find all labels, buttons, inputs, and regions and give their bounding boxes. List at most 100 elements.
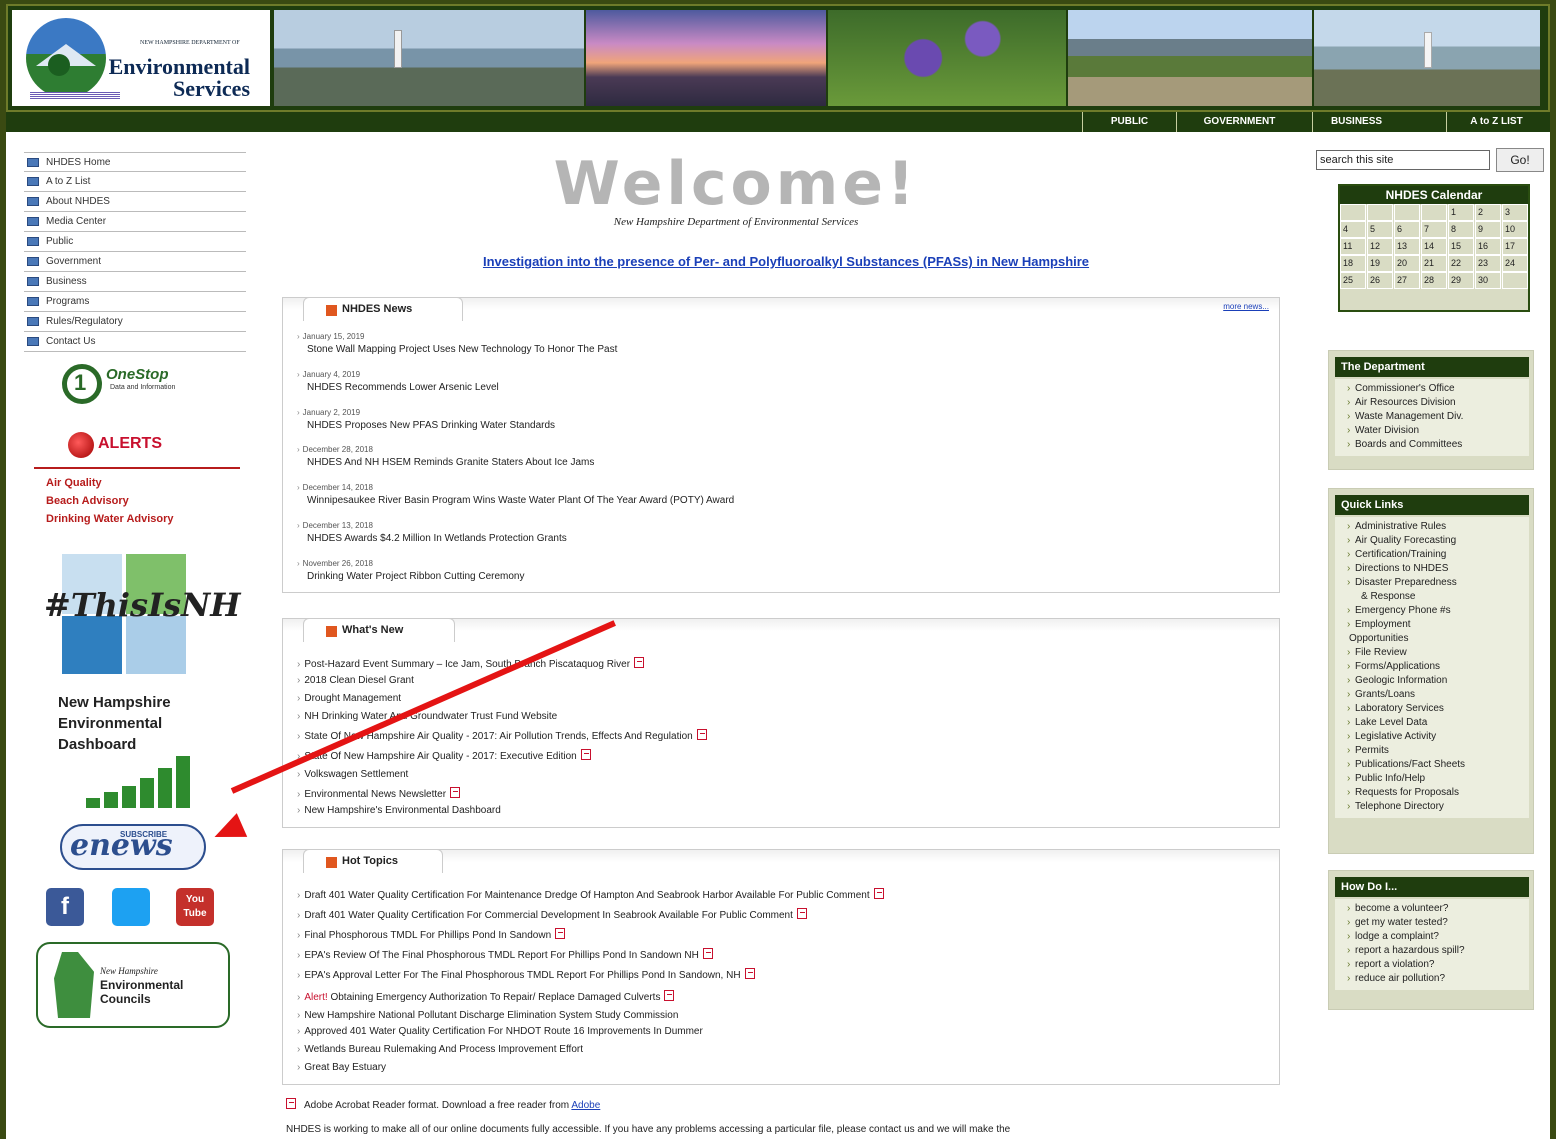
- quicklinks-link[interactable]: › Disaster Preparedness: [1335, 576, 1529, 590]
- whats-new-item[interactable]: › State Of New Hampshire Air Quality - 20…: [297, 749, 591, 762]
- whats-new-item[interactable]: › Volkswagen Settlement: [297, 769, 408, 780]
- hot-topic-item[interactable]: › Great Bay Estuary: [297, 1062, 386, 1073]
- twitter-icon[interactable]: [112, 888, 150, 926]
- calendar-day[interactable]: 7: [1421, 221, 1447, 238]
- whats-new-item[interactable]: › New Hampshire's Environmental Dashboard: [297, 805, 501, 816]
- news-item[interactable]: › December 14, 2018 Winnipesaukee River Ba…: [297, 483, 734, 506]
- calendar-day[interactable]: 26: [1367, 272, 1393, 289]
- hot-topic-item[interactable]: › Draft 401 Water Quality Certification F…: [297, 888, 884, 901]
- search-go-button[interactable]: Go!: [1496, 148, 1544, 172]
- department-link[interactable]: › Air Resources Division: [1335, 396, 1529, 410]
- calendar-day[interactable]: 20: [1394, 255, 1420, 272]
- calendar-day[interactable]: 24: [1502, 255, 1528, 272]
- calendar-day[interactable]: 2: [1475, 204, 1501, 221]
- news-item[interactable]: › January 15, 2019 Stone Wall Mapping Proj…: [297, 332, 617, 355]
- quicklinks-link[interactable]: Opportunities: [1335, 632, 1529, 646]
- quicklinks-link[interactable]: › Air Quality Forecasting: [1335, 534, 1529, 548]
- hot-topic-item[interactable]: › EPA's Approval Letter For The Final Pho…: [297, 968, 755, 981]
- alert-link-drinking-water[interactable]: Drinking Water Advisory: [46, 510, 174, 528]
- sidebar-item-government[interactable]: Government: [24, 252, 246, 272]
- sidebar-item-a-to-z[interactable]: A to Z List: [24, 172, 246, 192]
- quicklinks-link[interactable]: › Directions to NHDES: [1335, 562, 1529, 576]
- more-news-link[interactable]: more news...: [1223, 302, 1269, 311]
- calendar-day[interactable]: 19: [1367, 255, 1393, 272]
- alert-link-beach[interactable]: Beach Advisory: [46, 492, 174, 510]
- quicklinks-link[interactable]: › Laboratory Services: [1335, 702, 1529, 716]
- howdoi-link[interactable]: › report a violation?: [1335, 958, 1529, 972]
- calendar-day[interactable]: 17: [1502, 238, 1528, 255]
- hot-topic-item[interactable]: › EPA's Review Of The Final Phosphorous T…: [297, 948, 713, 961]
- calendar-day[interactable]: 9: [1475, 221, 1501, 238]
- hot-topic-item[interactable]: › Final Phosphorous TMDL For Phillips Pon…: [297, 928, 566, 941]
- hot-topic-item[interactable]: › Approved 401 Water Quality Certificatio…: [297, 1026, 703, 1037]
- quicklinks-link[interactable]: › Publications/Fact Sheets: [1335, 758, 1529, 772]
- news-item[interactable]: › January 2, 2019 NHDES Proposes New PFAS …: [297, 408, 555, 431]
- calendar-day[interactable]: 14: [1421, 238, 1447, 255]
- sidebar-item-contact[interactable]: Contact Us: [24, 332, 246, 352]
- howdoi-link[interactable]: › lodge a complaint?: [1335, 930, 1529, 944]
- department-link[interactable]: › Waste Management Div.: [1335, 410, 1529, 424]
- calendar-day[interactable]: 12: [1367, 238, 1393, 255]
- sidebar-item-rules[interactable]: Rules/Regulatory: [24, 312, 246, 332]
- calendar-day[interactable]: 4: [1340, 221, 1366, 238]
- howdoi-link[interactable]: › report a hazardous spill?: [1335, 944, 1529, 958]
- calendar-day[interactable]: 25: [1340, 272, 1366, 289]
- calendar-day[interactable]: 13: [1394, 238, 1420, 255]
- department-link[interactable]: › Water Division: [1335, 424, 1529, 438]
- sidebar-item-business[interactable]: Business: [24, 272, 246, 292]
- news-item[interactable]: › November 26, 2018 Drinking Water Project…: [297, 559, 525, 582]
- quicklinks-link[interactable]: › Geologic Information: [1335, 674, 1529, 688]
- howdoi-link[interactable]: › reduce air pollution?: [1335, 972, 1529, 986]
- hot-topic-item[interactable]: › Alert! Obtaining Emergency Authorizatio…: [297, 990, 675, 1003]
- whats-new-item[interactable]: › Drought Management: [297, 693, 401, 704]
- hot-topic-item[interactable]: › Wetlands Bureau Rulemaking And Process …: [297, 1044, 583, 1055]
- calendar-day[interactable]: 8: [1448, 221, 1474, 238]
- quicklinks-link[interactable]: › File Review: [1335, 646, 1529, 660]
- quicklinks-link[interactable]: › Requests for Proposals: [1335, 786, 1529, 800]
- quicklinks-link[interactable]: › Administrative Rules: [1335, 520, 1529, 534]
- calendar-day[interactable]: 1: [1448, 204, 1474, 221]
- calendar-day[interactable]: 15: [1448, 238, 1474, 255]
- department-link[interactable]: › Commissioner's Office: [1335, 382, 1529, 396]
- quicklinks-link[interactable]: › Public Info/Help: [1335, 772, 1529, 786]
- youtube-icon[interactable]: You Tube: [176, 888, 214, 926]
- hot-topic-item[interactable]: › New Hampshire National Pollutant Discha…: [297, 1010, 678, 1021]
- department-link[interactable]: › Boards and Committees: [1335, 438, 1529, 452]
- calendar-day[interactable]: 29: [1448, 272, 1474, 289]
- environmental-dashboard-link[interactable]: New Hampshire Environmental Dashboard: [58, 692, 218, 812]
- calendar-day[interactable]: 27: [1394, 272, 1420, 289]
- alerts-heading[interactable]: ALERTS: [68, 432, 198, 458]
- sidebar-item-about[interactable]: About NHDES: [24, 192, 246, 212]
- howdoi-link[interactable]: › get my water tested?: [1335, 916, 1529, 930]
- nhdes-logo[interactable]: NEW HAMPSHIRE DEPARTMENT OF Environmenta…: [12, 10, 270, 106]
- quicklinks-link[interactable]: › Emergency Phone #s: [1335, 604, 1529, 618]
- quicklinks-link[interactable]: › Forms/Applications: [1335, 660, 1529, 674]
- sidebar-item-media-center[interactable]: Media Center: [24, 212, 246, 232]
- calendar-day[interactable]: 16: [1475, 238, 1501, 255]
- quicklinks-link[interactable]: › Telephone Directory: [1335, 800, 1529, 814]
- calendar-day[interactable]: 22: [1448, 255, 1474, 272]
- adobe-download-link[interactable]: Adobe: [571, 1100, 600, 1111]
- topnav-business[interactable]: BUSINESS: [1312, 112, 1400, 132]
- onestop-link[interactable]: 1 OneStop Data and Information: [62, 364, 202, 408]
- quicklinks-link[interactable]: › Certification/Training: [1335, 548, 1529, 562]
- quicklinks-link[interactable]: & Response: [1335, 590, 1529, 604]
- whats-new-item[interactable]: › 2018 Clean Diesel Grant: [297, 675, 414, 686]
- facebook-icon[interactable]: f: [46, 888, 84, 926]
- calendar-day[interactable]: 11: [1340, 238, 1366, 255]
- calendar-day[interactable]: 3: [1502, 204, 1528, 221]
- topnav-public[interactable]: PUBLIC: [1082, 112, 1176, 132]
- pfas-investigation-link[interactable]: Investigation into the presence of Per- …: [286, 254, 1286, 269]
- calendar-day[interactable]: 21: [1421, 255, 1447, 272]
- alert-link-air-quality[interactable]: Air Quality: [46, 474, 174, 492]
- calendar-day[interactable]: 30: [1475, 272, 1501, 289]
- whats-new-item[interactable]: › Post-Hazard Event Summary – Ice Jam, So…: [297, 657, 645, 670]
- quicklinks-link[interactable]: › Permits: [1335, 744, 1529, 758]
- news-item[interactable]: › January 4, 2019 NHDES Recommends Lower A…: [297, 370, 499, 393]
- topnav-a-to-z[interactable]: A to Z LIST: [1446, 112, 1546, 132]
- quicklinks-link[interactable]: › Legislative Activity: [1335, 730, 1529, 744]
- news-item[interactable]: › December 28, 2018 NHDES And NH HSEM Remi…: [297, 445, 594, 468]
- calendar-day[interactable]: 28: [1421, 272, 1447, 289]
- sidebar-item-programs[interactable]: Programs: [24, 292, 246, 312]
- howdoi-link[interactable]: › become a volunteer?: [1335, 902, 1529, 916]
